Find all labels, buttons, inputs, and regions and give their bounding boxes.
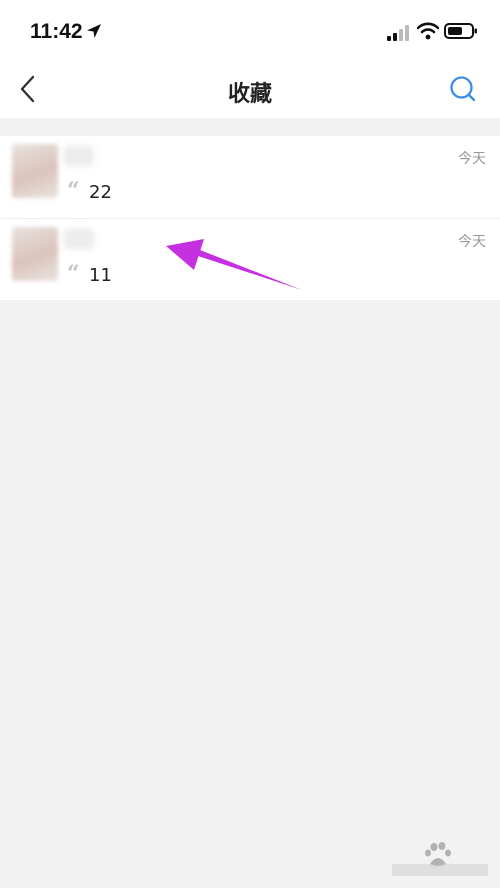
battery-icon xyxy=(444,23,477,39)
status-time: 11:42 xyxy=(30,20,83,43)
message-preview: 22 xyxy=(89,182,112,203)
timestamp: 今天 xyxy=(458,151,486,167)
status-bar: 11:42 xyxy=(0,0,500,62)
message-preview: 11 xyxy=(89,265,112,286)
quote-icon: “ xyxy=(67,178,80,204)
avatar xyxy=(12,144,58,198)
signal-icon xyxy=(387,25,409,41)
favorite-item[interactable]: 今天 “ 11 xyxy=(0,218,500,300)
search-icon xyxy=(450,76,476,102)
wifi-icon xyxy=(417,22,439,40)
timestamp: 今天 xyxy=(458,234,486,250)
favorite-item[interactable]: 今天 “ 22 xyxy=(0,136,500,218)
search-button[interactable] xyxy=(446,72,480,106)
baidu-watermark-icon xyxy=(392,842,488,876)
nav-bar: 收藏 xyxy=(0,62,500,118)
avatar xyxy=(12,227,58,281)
location-arrow-icon xyxy=(87,24,101,38)
sender-name-redacted xyxy=(64,229,94,249)
page-title: 收藏 xyxy=(227,82,272,107)
sender-name-redacted xyxy=(64,146,94,166)
quote-icon: “ xyxy=(67,261,80,287)
favorites-list: 今天 “ 22 今天 “ 11 xyxy=(0,136,500,300)
favorites-screen: 11:42 收藏 今天 “ 22 今天 “ 11 xyxy=(0,0,500,888)
